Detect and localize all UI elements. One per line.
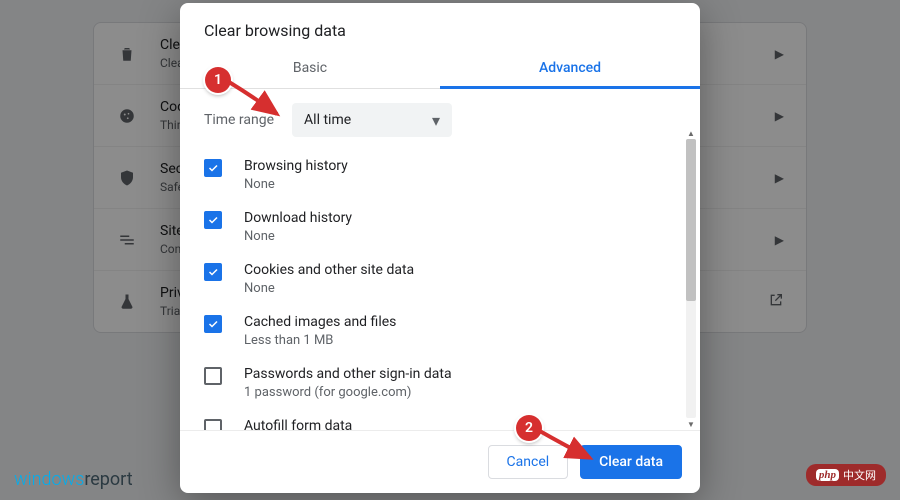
- option-cached: Cached images and filesLess than 1 MB: [204, 305, 676, 357]
- watermark-php: php 中文网: [806, 464, 886, 486]
- time-range-row: Time range All time ▾: [204, 103, 676, 137]
- checkbox[interactable]: [204, 315, 222, 333]
- option-passwords: Passwords and other sign-in data1 passwo…: [204, 357, 676, 409]
- dialog-body: Time range All time ▾ Browsing historyNo…: [180, 89, 700, 430]
- cancel-button[interactable]: Cancel: [488, 445, 569, 479]
- watermark-part-a: windows: [14, 469, 84, 490]
- dialog-footer: Cancel Clear data: [180, 430, 700, 493]
- scrollbar[interactable]: ▲ ▼: [686, 139, 696, 418]
- option-label: Cookies and other site dataNone: [244, 262, 414, 296]
- tab-basic[interactable]: Basic: [180, 48, 440, 88]
- watermark-part-b: report: [84, 469, 132, 490]
- checkbox[interactable]: [204, 367, 222, 385]
- scrollbar-thumb[interactable]: [686, 139, 696, 301]
- dialog-scroll-area: Time range All time ▾ Browsing historyNo…: [180, 89, 700, 430]
- option-label: Autofill form data: [244, 418, 352, 430]
- time-range-label: Time range: [204, 112, 274, 128]
- option-autofill: Autofill form data: [204, 409, 676, 430]
- scroll-up-icon[interactable]: ▲: [686, 127, 696, 139]
- tab-advanced[interactable]: Advanced: [440, 48, 700, 88]
- watermark-windowsreport: windowsreport: [14, 469, 133, 490]
- time-range-select[interactable]: All time ▾: [292, 103, 452, 137]
- watermark-php-text: 中文网: [843, 467, 876, 483]
- option-label: Cached images and filesLess than 1 MB: [244, 314, 396, 348]
- dialog-title: Clear browsing data: [180, 3, 700, 48]
- time-range-value: All time: [304, 112, 351, 128]
- checkbox[interactable]: [204, 211, 222, 229]
- watermark-php-badge: php: [816, 469, 839, 481]
- dropdown-arrow-icon: ▾: [432, 111, 440, 130]
- option-cookies: Cookies and other site dataNone: [204, 253, 676, 305]
- checkbox[interactable]: [204, 159, 222, 177]
- clear-data-button[interactable]: Clear data: [580, 445, 682, 479]
- dialog-tabs: Basic Advanced: [180, 48, 700, 89]
- option-download-history: Download historyNone: [204, 201, 676, 253]
- scrollbar-track[interactable]: [686, 139, 696, 418]
- option-label: Browsing historyNone: [244, 158, 348, 192]
- option-label: Download historyNone: [244, 210, 352, 244]
- option-browsing-history: Browsing historyNone: [204, 149, 676, 201]
- checkbox[interactable]: [204, 419, 222, 430]
- option-label: Passwords and other sign-in data1 passwo…: [244, 366, 452, 400]
- checkbox[interactable]: [204, 263, 222, 281]
- clear-browsing-data-dialog: Clear browsing data Basic Advanced Time …: [180, 3, 700, 493]
- scroll-down-icon[interactable]: ▼: [686, 418, 696, 430]
